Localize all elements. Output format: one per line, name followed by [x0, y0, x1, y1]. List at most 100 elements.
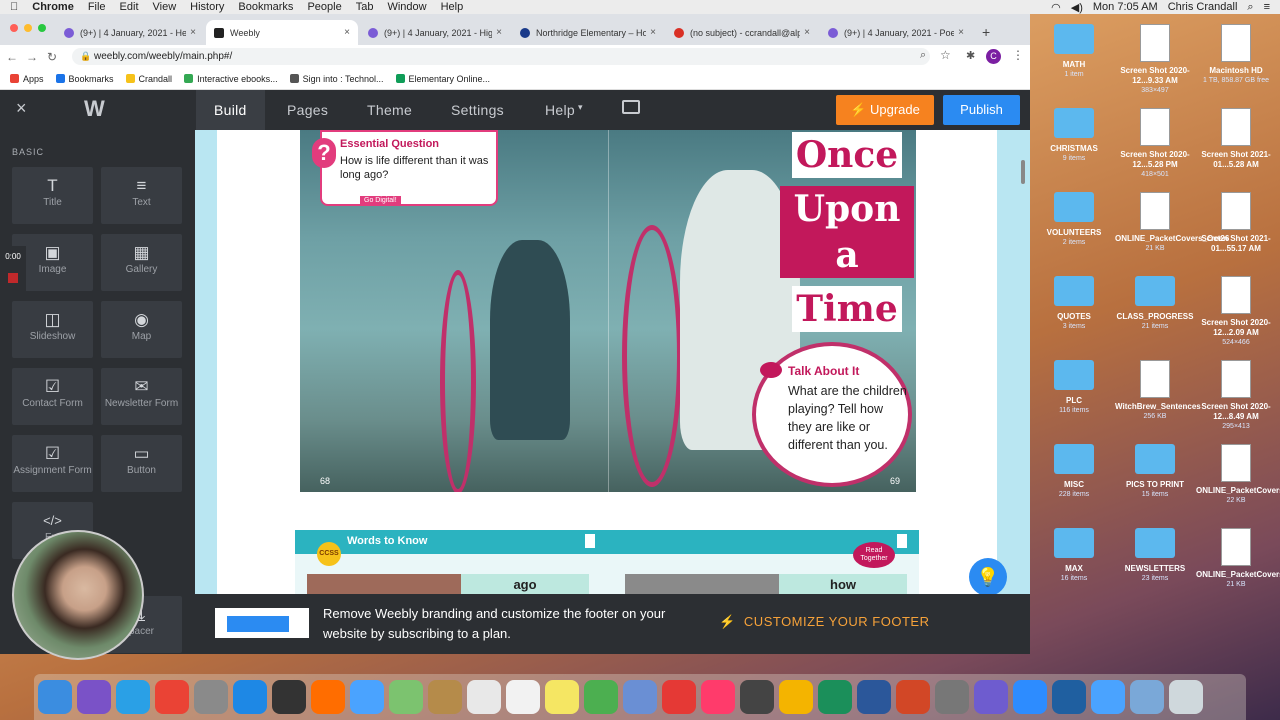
- lightbulb-help-icon[interactable]: 💡: [969, 558, 1007, 594]
- close-tab-icon[interactable]: ×: [496, 27, 502, 38]
- desktop-folder[interactable]: CLASS_PROGRESS 21 items: [1115, 276, 1195, 332]
- dock-app-icon[interactable]: [584, 680, 618, 714]
- dock-app-icon[interactable]: [155, 680, 189, 714]
- dock-app-icon[interactable]: [623, 680, 657, 714]
- desktop-file[interactable]: WitchBrew_Sentences 256 KB: [1115, 360, 1201, 422]
- close-tab-icon[interactable]: ×: [190, 27, 196, 38]
- desktop-file[interactable]: ONLINE_PacketCovers_January11 22 KB: [1196, 444, 1280, 506]
- dock-app-icon[interactable]: [701, 680, 735, 714]
- menu-people[interactable]: People: [307, 1, 341, 13]
- book-spread-image[interactable]: ? Essential Question How is life differe…: [300, 130, 916, 492]
- close-editor-icon[interactable]: ×: [16, 98, 27, 119]
- zoom-icon[interactable]: ⌕: [920, 49, 926, 62]
- browser-tab[interactable]: (9+) | 4 January, 2021 - High ×: [360, 20, 510, 45]
- desktop-folder[interactable]: CHRISTMAS 9 items: [1034, 108, 1114, 164]
- menu-edit[interactable]: Edit: [120, 1, 139, 13]
- clock[interactable]: Mon 7:05 AM: [1093, 1, 1158, 13]
- dock-app-icon[interactable]: [233, 680, 267, 714]
- browser-tab[interactable]: (9+) | 4 January, 2021 - Poe ×: [820, 20, 972, 45]
- desktop-file[interactable]: Screen Shot 2021-01...55.17 AM: [1196, 192, 1276, 254]
- upgrade-button[interactable]: ⚡ Upgrade: [836, 95, 934, 125]
- profile-avatar[interactable]: C: [986, 49, 1001, 64]
- desktop-folder[interactable]: MISC 228 items: [1034, 444, 1114, 500]
- stop-record-icon[interactable]: [8, 273, 18, 283]
- dock-app-icon[interactable]: [818, 680, 852, 714]
- dock-app-icon[interactable]: [740, 680, 774, 714]
- browser-tab[interactable]: Northridge Elementary – Hom ×: [512, 20, 664, 45]
- browser-tab-active[interactable]: Weebly ×: [206, 20, 358, 45]
- desktop-folder[interactable]: QUOTES 3 items: [1034, 276, 1114, 332]
- canvas-scrollbar[interactable]: [1021, 160, 1025, 184]
- dock-app-icon[interactable]: [974, 680, 1008, 714]
- close-window-icon[interactable]: [10, 24, 18, 32]
- desktop-folder[interactable]: VOLUNTEERS 2 items: [1034, 192, 1114, 248]
- desktop-file[interactable]: Screen Shot 2020-12...5.28 PM 418×501: [1115, 108, 1195, 180]
- extensions-icon[interactable]: ✱: [966, 49, 975, 62]
- element-slideshow[interactable]: ◫ Slideshow: [12, 301, 93, 358]
- control-menu-icon[interactable]: ≡: [1264, 1, 1270, 13]
- wifi-icon[interactable]: ◠: [1051, 1, 1061, 14]
- dock-app-icon[interactable]: [1052, 680, 1086, 714]
- menu-app-name[interactable]: Chrome: [32, 1, 74, 13]
- dock-app-icon[interactable]: [467, 680, 501, 714]
- bookmark-crandall[interactable]: Crandall: [125, 74, 172, 84]
- element-assignment-form[interactable]: ☑ Assignment Form: [12, 435, 93, 492]
- dock-app-icon[interactable]: [1130, 680, 1164, 714]
- dock-app-icon[interactable]: [1091, 680, 1125, 714]
- menu-window[interactable]: Window: [387, 1, 426, 13]
- user-name[interactable]: Chris Crandall: [1168, 1, 1238, 13]
- desktop-folder[interactable]: PICS TO PRINT 15 items: [1115, 444, 1195, 500]
- desktop-folder[interactable]: NEWSLETTERS 23 items: [1115, 528, 1195, 584]
- tab-build[interactable]: Build: [196, 90, 265, 130]
- dock-app-icon[interactable]: [662, 680, 696, 714]
- browser-tab[interactable]: (no subject) - ccrandall@alp ×: [666, 20, 818, 45]
- apple-icon[interactable]: : [10, 1, 18, 13]
- desktop-file[interactable]: Macintosh HD 1 TB, 858.87 GB free: [1196, 24, 1276, 86]
- menu-file[interactable]: File: [88, 1, 106, 13]
- dock-app-icon[interactable]: [389, 680, 423, 714]
- dock-app-icon[interactable]: [350, 680, 384, 714]
- tab-pages[interactable]: Pages: [287, 90, 328, 130]
- desktop-file[interactable]: Screen Shot 2021-01...5.28 AM: [1196, 108, 1276, 170]
- element-button[interactable]: ▭ Button: [101, 435, 182, 492]
- back-icon[interactable]: ←: [4, 50, 20, 64]
- more-menu-icon[interactable]: ⋮: [1012, 48, 1024, 62]
- tab-theme[interactable]: Theme: [367, 90, 412, 130]
- volume-icon[interactable]: ◀): [1071, 1, 1083, 14]
- browser-tab[interactable]: (9+) | 4 January, 2021 - Hello ×: [56, 20, 204, 45]
- menu-view[interactable]: View: [153, 1, 177, 13]
- menu-bookmarks[interactable]: Bookmarks: [238, 1, 293, 13]
- tab-settings[interactable]: Settings: [451, 90, 504, 130]
- minimize-window-icon[interactable]: [24, 24, 32, 32]
- desktop-folder[interactable]: MATH 1 item: [1034, 24, 1114, 80]
- desktop-folder[interactable]: PLC 116 items: [1034, 360, 1114, 416]
- desktop-file[interactable]: ONLINE_PacketCovers_January4 21 KB: [1196, 528, 1280, 590]
- bookmark-apps[interactable]: Apps: [10, 74, 44, 84]
- dock-app-icon[interactable]: [77, 680, 111, 714]
- menu-tab[interactable]: Tab: [356, 1, 374, 13]
- close-tab-icon[interactable]: ×: [804, 27, 810, 38]
- dock-app-icon[interactable]: [506, 680, 540, 714]
- publish-button[interactable]: Publish: [943, 95, 1020, 125]
- lock-icon[interactable]: 🔒: [80, 48, 91, 65]
- dock-app-icon[interactable]: [896, 680, 930, 714]
- menu-history[interactable]: History: [190, 1, 224, 13]
- bookmark-interactive-ebooks[interactable]: Interactive ebooks...: [184, 74, 278, 84]
- screen-recorder-controls[interactable]: 0:00: [0, 246, 26, 294]
- close-tab-icon[interactable]: ×: [344, 27, 350, 38]
- bookmark-bookmarks[interactable]: Bookmarks: [55, 74, 114, 84]
- element-map[interactable]: ◉ Map: [101, 301, 182, 358]
- dock-app-icon[interactable]: [779, 680, 813, 714]
- bookmark-star-icon[interactable]: ☆: [940, 48, 951, 62]
- new-tab-icon[interactable]: +: [982, 24, 990, 40]
- dock-app-icon[interactable]: [1169, 680, 1203, 714]
- menu-help[interactable]: Help: [441, 1, 464, 13]
- close-tab-icon[interactable]: ×: [958, 27, 964, 38]
- bookmark-elementary-online[interactable]: Elementary Online...: [395, 74, 490, 84]
- desktop-file[interactable]: Screen Shot 2020-12...2.09 AM 524×466: [1196, 276, 1276, 348]
- element-newsletter-form[interactable]: ✉ Newsletter Form: [101, 368, 182, 425]
- dock-app-icon[interactable]: [116, 680, 150, 714]
- spotlight-icon[interactable]: ⌕: [1247, 1, 1253, 14]
- words-to-know-section[interactable]: CCSS Words to Know Read Together ago how: [295, 530, 919, 594]
- dock-app-icon[interactable]: [272, 680, 306, 714]
